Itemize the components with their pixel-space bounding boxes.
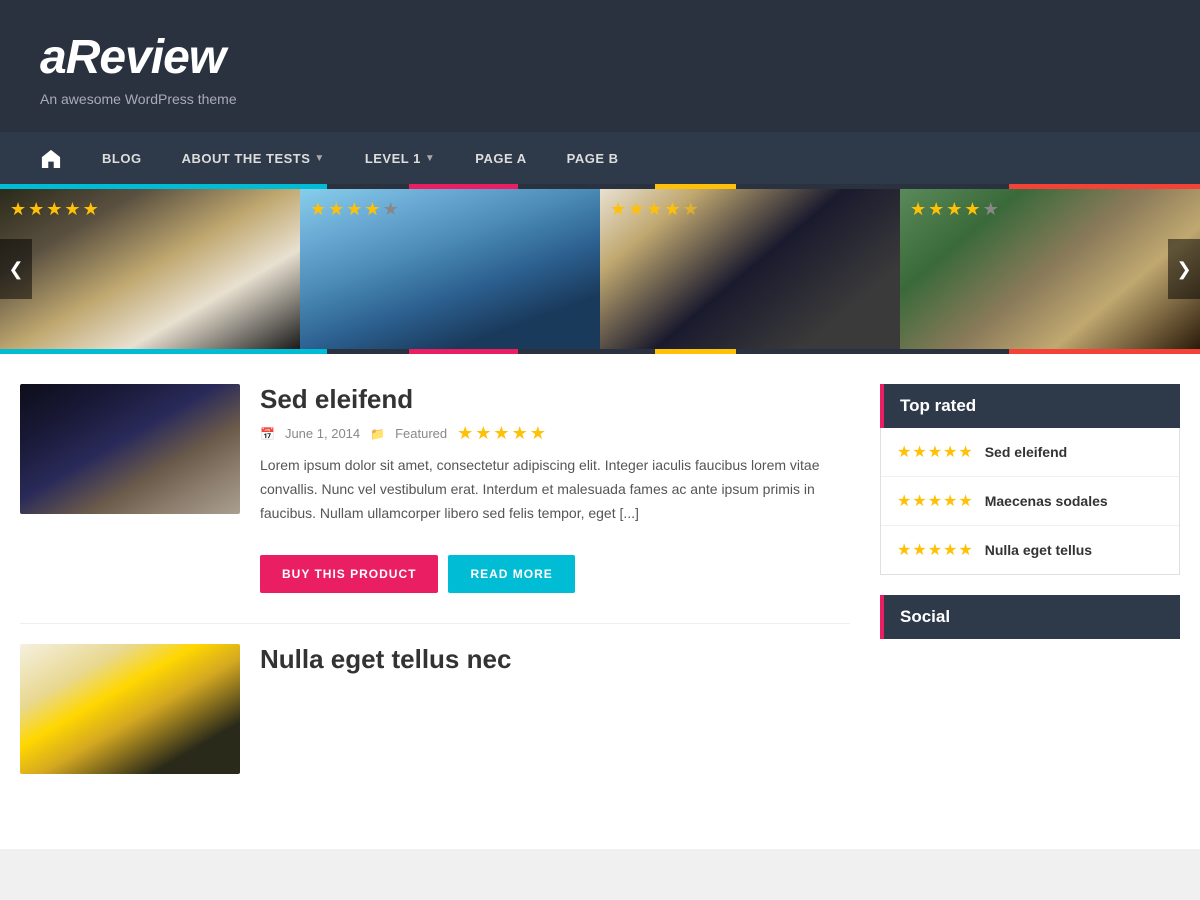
site-tagline: An awesome WordPress theme [40,91,1160,107]
post-thumbnail [20,644,240,774]
social-widget: Social [880,595,1180,639]
dropdown-arrow-icon: ▼ [314,153,324,164]
post-inner: Sed eleifend 📅 June 1, 2014 📁 Featured ★… [20,384,850,525]
slide-rating: ★★★★★ [310,199,399,220]
top-rated-item: ★ ★ ★ ★ ★ Sed eleifend [881,428,1179,477]
post-inner: Nulla eget tellus nec [20,644,850,774]
color-bar-bottom [0,349,1200,354]
slider-prev-button[interactable]: ❮ [0,239,32,299]
top-rated-label: Sed eleifend [985,444,1067,460]
top-rated-label: Nulla eget tellus [985,542,1092,558]
slider-item: ★★★★★ [0,189,300,349]
site-title: aReview [40,30,1160,85]
widget-header-top-rated: Top rated [880,384,1180,428]
top-rated-stars: ★ ★ ★ ★ ★ [897,540,973,560]
top-rated-item: ★ ★ ★ ★ ★ Nulla eget tellus [881,526,1179,574]
slider-item: ★★★★★ [600,189,900,349]
folder-icon: 📁 [370,427,385,441]
buy-product-button[interactable]: BUY THIS PRODUCT [260,555,438,593]
top-rated-label: Maecenas sodales [985,493,1108,509]
nav-blog[interactable]: Blog [82,135,162,182]
site-nav: Blog About the Tests ▼ Level 1 ▼ Page A … [0,132,1200,184]
dropdown-arrow-icon: ▼ [425,153,435,164]
nav-level1[interactable]: Level 1 ▼ [345,135,455,182]
post-content: Sed eleifend 📅 June 1, 2014 📁 Featured ★… [260,384,850,525]
image-slider: ❮ ★★★★★ ★★★★★ ★★★★★ [0,189,1200,349]
post-meta: 📅 June 1, 2014 📁 Featured ★★★★★ [260,423,850,444]
top-rated-stars: ★ ★ ★ ★ ★ [897,491,973,511]
post-rating: ★★★★★ [457,423,546,444]
nav-page-b[interactable]: Page B [547,135,639,182]
slide-rating: ★★★★★ [610,199,699,220]
nav-about-tests[interactable]: About the Tests ▼ [162,135,345,182]
widget-body-top-rated: ★ ★ ★ ★ ★ Sed eleifend ★ ★ ★ ★ ★ [880,428,1180,575]
slide-rating: ★★★★★ [10,199,99,220]
post-title: Sed eleifend [260,384,850,415]
slider-track: ★★★★★ ★★★★★ ★★★★★ ★★★★★ [0,189,1200,349]
post-content: Nulla eget tellus nec [260,644,850,774]
read-more-button[interactable]: READ MORE [448,555,574,593]
calendar-icon: 📅 [260,427,275,441]
main-container: Sed eleifend 📅 June 1, 2014 📁 Featured ★… [0,354,1200,849]
post-date: June 1, 2014 [285,426,360,441]
site-header: aReview An awesome WordPress theme [0,0,1200,132]
slider-item: ★★★★★ [900,189,1200,349]
post-excerpt: Lorem ipsum dolor sit amet, consectetur … [260,454,850,525]
top-rated-stars: ★ ★ ★ ★ ★ [897,442,973,462]
post-category: Featured [395,426,447,441]
top-rated-item: ★ ★ ★ ★ ★ Maecenas sodales [881,477,1179,526]
top-rated-widget: Top rated ★ ★ ★ ★ ★ Sed eleifend ★ ★ [880,384,1180,575]
post-thumbnail [20,384,240,514]
slider-item: ★★★★★ [300,189,600,349]
post-article: Nulla eget tellus nec [20,644,850,789]
post-actions: BUY THIS PRODUCT READ MORE [20,555,850,593]
widget-header-social: Social [880,595,1180,639]
slider-next-button[interactable]: ❯ [1168,239,1200,299]
nav-page-a[interactable]: Page A [455,135,546,182]
post-title: Nulla eget tellus nec [260,644,850,675]
slide-rating: ★★★★★ [910,199,999,220]
post-article: Sed eleifend 📅 June 1, 2014 📁 Featured ★… [20,384,850,593]
post-divider [20,623,850,624]
nav-home-button[interactable] [40,132,82,184]
sidebar: Top rated ★ ★ ★ ★ ★ Sed eleifend ★ ★ [880,384,1180,819]
content-area: Sed eleifend 📅 June 1, 2014 📁 Featured ★… [20,384,850,819]
